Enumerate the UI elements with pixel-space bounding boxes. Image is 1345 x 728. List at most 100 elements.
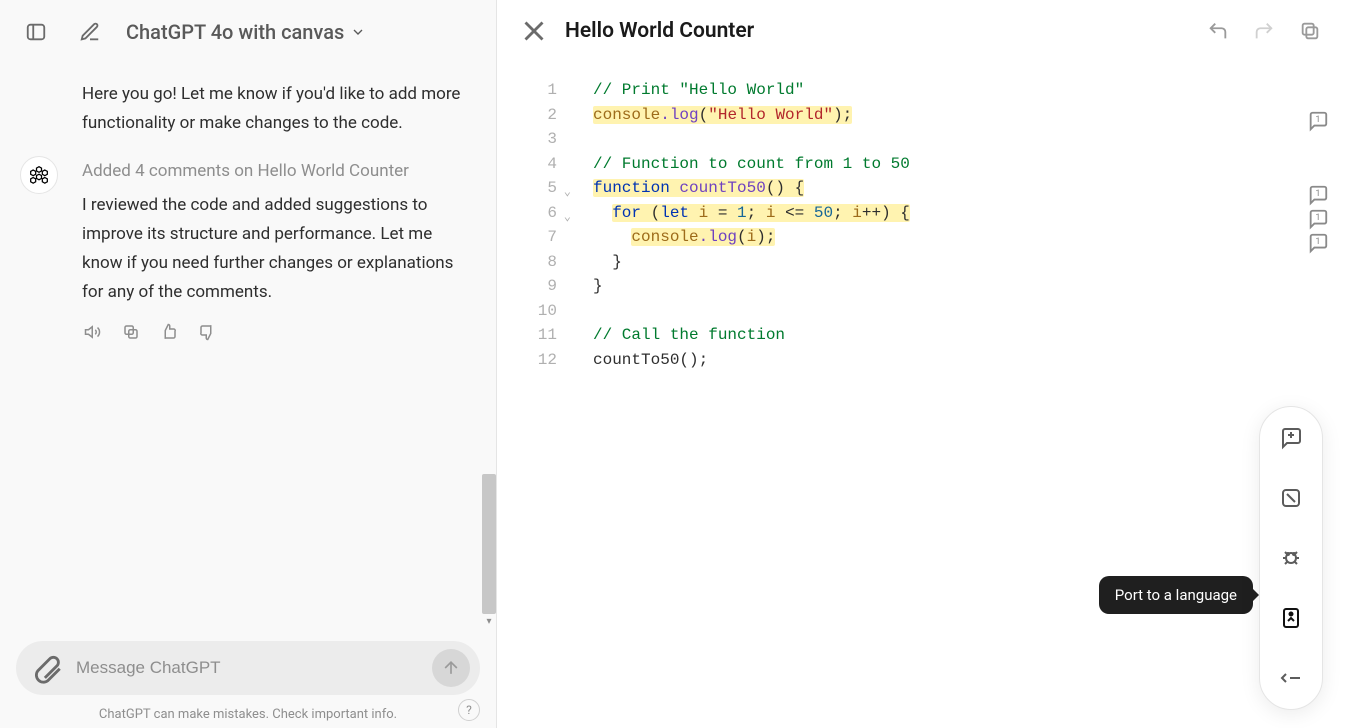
- message-actions: [82, 321, 466, 343]
- code-token: for: [612, 204, 641, 222]
- message-input[interactable]: [74, 657, 422, 679]
- copy-button[interactable]: [120, 321, 142, 343]
- code-token: ++: [862, 204, 881, 222]
- assistant-message: Here you go! Let me know if you'd like t…: [20, 70, 476, 148]
- toggle-sidebar-button[interactable]: [18, 14, 54, 50]
- code-token: =: [718, 204, 737, 222]
- svg-text:1: 1: [1315, 189, 1320, 199]
- code-lines: // Print "Hello World" console.log("Hell…: [567, 78, 910, 372]
- assistant-message: Added 4 comments on Hello World Counter …: [20, 148, 476, 353]
- redo-button[interactable]: [1251, 18, 1277, 44]
- code-token: 50: [814, 204, 833, 222]
- code-token: }: [593, 277, 603, 295]
- disclaimer-text: ChatGPT can make mistakes. Check importa…: [99, 707, 397, 722]
- line-number: 8: [547, 253, 557, 271]
- code-token: // Function to count from 1 to 50: [593, 155, 910, 173]
- model-selector[interactable]: ChatGPT 4o with canvas: [126, 20, 366, 44]
- code-token: console: [631, 228, 698, 246]
- code-token: (: [699, 106, 709, 124]
- line-gutter: 1 2 3 4 5⌄ 6⌄ 7 8 9 10 11 12: [497, 78, 567, 372]
- code-token: i: [766, 204, 785, 222]
- svg-text:1: 1: [1315, 115, 1320, 125]
- chat-body: Here you go! Let me know if you'd like t…: [0, 60, 496, 629]
- code-token: .log: [660, 106, 698, 124]
- new-chat-button[interactable]: [72, 14, 108, 50]
- canvas-panel: Hello World Counter 1 2 3 4 5⌄ 6⌄ 7 8 9 …: [497, 0, 1345, 728]
- code-token: );: [833, 106, 852, 124]
- assistant-avatar: [20, 156, 58, 194]
- fold-icon[interactable]: ⌄: [564, 180, 571, 205]
- port-language-button[interactable]: [1274, 601, 1308, 635]
- message-text: Here you go! Let me know if you'd like t…: [82, 84, 460, 133]
- comment-summary: Added 4 comments on Hello World Counter: [82, 158, 466, 185]
- code-token: // Print "Hello World": [593, 81, 804, 99]
- undo-button[interactable]: [1205, 18, 1231, 44]
- comment-marker[interactable]: 1: [1305, 206, 1331, 232]
- openai-icon: [29, 165, 49, 185]
- comment-marker[interactable]: 1: [1305, 230, 1331, 256]
- code-token: let: [660, 204, 689, 222]
- copy-canvas-button[interactable]: [1297, 18, 1323, 44]
- line-number: 5: [547, 179, 557, 197]
- chevron-down-icon: [350, 24, 366, 40]
- line-number: 9: [547, 277, 557, 295]
- code-token: i: [852, 204, 862, 222]
- svg-text:1: 1: [1315, 237, 1320, 247]
- code-review-button[interactable]: [1274, 661, 1308, 695]
- line-number: 3: [547, 130, 557, 148]
- send-button[interactable]: [432, 649, 470, 687]
- code-token: [593, 228, 631, 246]
- scroll-down-arrow[interactable]: ▾: [482, 614, 496, 628]
- attach-button[interactable]: [30, 651, 64, 685]
- canvas-toolbar: [1259, 406, 1323, 710]
- code-token: ;: [747, 204, 766, 222]
- code-editor[interactable]: 1 2 3 4 5⌄ 6⌄ 7 8 9 10 11 12 // Print "H…: [497, 58, 1345, 372]
- line-number: 6: [547, 204, 557, 222]
- tooltip: Port to a language: [1099, 576, 1253, 614]
- line-number: 12: [538, 351, 557, 369]
- code-token: () {: [766, 179, 804, 197]
- chat-panel: ChatGPT 4o with canvas Here you go! Let …: [0, 0, 497, 728]
- canvas-title: Hello World Counter: [565, 19, 1205, 43]
- comment-marker[interactable]: 1: [1305, 108, 1331, 134]
- canvas-header: Hello World Counter: [497, 0, 1345, 58]
- code-token: i: [747, 228, 757, 246]
- add-logs-button[interactable]: [1274, 481, 1308, 515]
- thumbs-down-button[interactable]: [196, 321, 218, 343]
- close-canvas-button[interactable]: [517, 14, 551, 48]
- chat-scrollbar[interactable]: [482, 474, 496, 614]
- composer: [16, 641, 480, 695]
- code-token: ;: [833, 204, 852, 222]
- thumbs-up-button[interactable]: [158, 321, 180, 343]
- code-token: i: [689, 204, 718, 222]
- code-token: ) {: [881, 204, 910, 222]
- line-number: 2: [547, 106, 557, 124]
- comment-marker[interactable]: 1: [1305, 182, 1331, 208]
- fix-bugs-button[interactable]: [1274, 541, 1308, 575]
- code-token: // Call the function: [593, 326, 785, 344]
- suggest-edits-button[interactable]: [1274, 421, 1308, 455]
- code-token: function: [593, 179, 670, 197]
- fold-icon[interactable]: ⌄: [564, 205, 571, 230]
- code-token: <=: [785, 204, 814, 222]
- canvas-actions: [1205, 18, 1323, 44]
- code-token: }: [593, 253, 622, 271]
- model-label: ChatGPT 4o with canvas: [126, 20, 344, 44]
- composer-area: [0, 629, 496, 703]
- code-token: (: [641, 204, 660, 222]
- line-number: 1: [547, 81, 557, 99]
- code-token: countTo50: [670, 179, 766, 197]
- code-token: (: [737, 228, 747, 246]
- code-token: );: [756, 228, 775, 246]
- line-number: 7: [547, 228, 557, 246]
- code-token: console: [593, 106, 660, 124]
- code-token: countTo50();: [593, 351, 708, 369]
- help-button[interactable]: ?: [458, 699, 480, 721]
- message-text: I reviewed the code and added suggestion…: [82, 195, 453, 302]
- line-number: 10: [538, 302, 557, 320]
- code-token: .log: [699, 228, 737, 246]
- code-token: "Hello World": [708, 106, 833, 124]
- read-aloud-button[interactable]: [82, 321, 104, 343]
- line-number: 4: [547, 155, 557, 173]
- disclaimer-row: ChatGPT can make mistakes. Check importa…: [0, 703, 496, 728]
